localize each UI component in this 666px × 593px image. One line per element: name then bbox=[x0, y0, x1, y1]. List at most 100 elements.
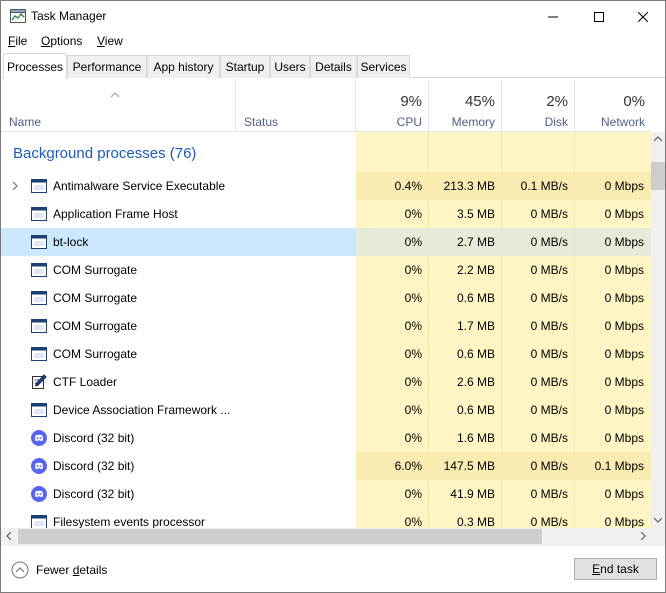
group-header: Background processes (76) bbox=[13, 145, 197, 162]
network-percent: 0% bbox=[623, 93, 645, 110]
horizontal-scrollbar[interactable] bbox=[1, 528, 651, 545]
column-status[interactable]: Status bbox=[236, 79, 356, 132]
column-network[interactable]: 0% Network bbox=[575, 79, 651, 132]
process-network: 0 Mbps bbox=[604, 263, 644, 277]
process-network: 0 Mbps bbox=[604, 207, 644, 221]
task-manager-window: Task Manager File Options View Processes… bbox=[0, 0, 666, 593]
scroll-left-icon[interactable] bbox=[6, 532, 12, 540]
process-name: bt-lock bbox=[53, 235, 89, 249]
window-icon bbox=[31, 263, 47, 277]
title-bar: Task Manager bbox=[1, 1, 665, 32]
table-row[interactable]: Device Association Framework ... 0% 0.6 MB… bbox=[1, 396, 651, 424]
table-row[interactable]: Filesystem events processor 0% 0.3 MB 0 MB/… bbox=[1, 508, 651, 528]
tab-services[interactable]: Services bbox=[357, 55, 410, 78]
table-row[interactable]: CTF Loader 0% 2.6 MB 0 MB/s 0 Mbps bbox=[1, 368, 651, 396]
chevron-up-circle-icon[interactable] bbox=[11, 561, 29, 579]
horizontal-scroll-thumb[interactable] bbox=[18, 529, 542, 544]
process-cpu: 0% bbox=[404, 207, 422, 221]
sort-up-icon bbox=[110, 92, 120, 98]
menu-options[interactable]: Options bbox=[41, 34, 82, 48]
table-row[interactable]: Discord (32 bit) 0% 41.9 MB 0 MB/s 0 Mbps bbox=[1, 480, 651, 508]
chevron-right-icon[interactable] bbox=[11, 180, 19, 192]
process-name: Discord (32 bit) bbox=[53, 487, 135, 501]
fewer-details-button[interactable]: Fewer details bbox=[36, 563, 107, 577]
process-memory: 1.7 MB bbox=[456, 319, 495, 333]
end-task-button[interactable]: End task bbox=[574, 558, 657, 580]
tab-strip: Processes Performance App history Startu… bbox=[1, 53, 665, 79]
window-icon bbox=[31, 235, 47, 249]
menu-view[interactable]: View bbox=[97, 34, 123, 48]
process-cpu: 0% bbox=[404, 403, 422, 417]
maximize-button[interactable] bbox=[576, 1, 622, 32]
memory-percent: 45% bbox=[464, 93, 495, 110]
tab-app-history[interactable]: App history bbox=[147, 55, 220, 78]
column-header: Name Status 9% CPU 45% Memory 2% Disk 0%… bbox=[1, 79, 651, 132]
table-row[interactable]: Antimalware Service Executable 0.4% 213.3 … bbox=[1, 172, 651, 200]
window-title: Task Manager bbox=[31, 9, 107, 23]
process-name: COM Surrogate bbox=[53, 319, 138, 333]
process-memory: 213.3 MB bbox=[443, 179, 495, 193]
column-name[interactable]: Name bbox=[1, 79, 236, 132]
process-memory: 0.6 MB bbox=[456, 403, 495, 417]
menu-bar: File Options View bbox=[1, 32, 665, 52]
minimize-icon bbox=[548, 16, 558, 17]
close-button[interactable] bbox=[620, 1, 665, 32]
table-row[interactable]: bt-lock 0% 2.7 MB 0 MB/s 0 Mbps bbox=[1, 228, 651, 256]
process-cpu: 6.0% bbox=[394, 459, 422, 473]
table-row[interactable]: COM Surrogate 0% 0.6 MB 0 MB/s 0 Mbps bbox=[1, 340, 651, 368]
vertical-scrollbar[interactable] bbox=[651, 132, 665, 528]
discord-icon bbox=[31, 458, 47, 474]
table-row[interactable]: COM Surrogate 0% 2.2 MB 0 MB/s 0 Mbps bbox=[1, 256, 651, 284]
menu-file[interactable]: File bbox=[8, 34, 27, 48]
process-network: 0 Mbps bbox=[604, 403, 644, 417]
tab-performance[interactable]: Performance bbox=[67, 55, 147, 78]
column-status-label: Status bbox=[244, 115, 279, 129]
process-disk: 0 MB/s bbox=[530, 291, 568, 305]
process-name: Discord (32 bit) bbox=[53, 459, 135, 473]
process-cpu: 0% bbox=[404, 431, 422, 445]
process-network: 0 Mbps bbox=[604, 235, 644, 249]
close-icon bbox=[638, 11, 648, 22]
scroll-right-icon[interactable] bbox=[640, 532, 646, 540]
process-name: Device Association Framework ... bbox=[53, 403, 231, 417]
process-name: COM Surrogate bbox=[53, 291, 138, 305]
tab-users[interactable]: Users bbox=[270, 55, 310, 78]
window-icon bbox=[31, 207, 47, 221]
process-network: 0 Mbps bbox=[604, 319, 644, 333]
tab-processes[interactable]: Processes bbox=[3, 53, 67, 79]
column-cpu[interactable]: 9% CPU bbox=[356, 79, 429, 132]
minimize-button[interactable] bbox=[530, 1, 576, 32]
table-row[interactable]: Discord (32 bit) 6.0% 147.5 MB 0 MB/s 0.1 Mb… bbox=[1, 452, 651, 480]
process-name: COM Surrogate bbox=[53, 347, 138, 361]
process-memory: 147.5 MB bbox=[443, 459, 495, 473]
window-icon bbox=[31, 515, 47, 528]
column-disk-label: Disk bbox=[544, 115, 568, 129]
tab-details[interactable]: Details bbox=[310, 55, 357, 78]
process-name: Discord (32 bit) bbox=[53, 431, 135, 445]
process-cpu: 0% bbox=[404, 319, 422, 333]
process-disk: 0 MB/s bbox=[530, 263, 568, 277]
column-memory-label: Memory bbox=[451, 115, 495, 129]
process-name: CTF Loader bbox=[53, 375, 118, 389]
table-row[interactable]: Application Frame Host 0% 3.5 MB 0 MB/s 0 Mb… bbox=[1, 200, 651, 228]
process-memory: 3.5 MB bbox=[456, 207, 495, 221]
scroll-up-icon[interactable] bbox=[654, 136, 662, 142]
window-icon bbox=[31, 319, 47, 333]
table-row[interactable]: COM Surrogate 0% 1.7 MB 0 MB/s 0 Mbps bbox=[1, 312, 651, 340]
process-cpu: 0% bbox=[404, 347, 422, 361]
process-network: 0 Mbps bbox=[604, 431, 644, 445]
process-network: 0 Mbps bbox=[604, 515, 644, 528]
disk-percent: 2% bbox=[546, 93, 568, 110]
scroll-down-icon[interactable] bbox=[654, 517, 662, 523]
process-memory: 41.9 MB bbox=[450, 487, 495, 501]
process-network: 0 Mbps bbox=[604, 375, 644, 389]
vertical-scroll-thumb[interactable] bbox=[651, 162, 665, 190]
column-memory[interactable]: 45% Memory bbox=[429, 79, 502, 132]
tab-startup[interactable]: Startup bbox=[220, 55, 270, 78]
process-cpu: 0% bbox=[404, 263, 422, 277]
column-name-label: Name bbox=[9, 115, 42, 129]
process-cpu: 0% bbox=[404, 375, 422, 389]
column-disk[interactable]: 2% Disk bbox=[502, 79, 575, 132]
table-row[interactable]: COM Surrogate 0% 0.6 MB 0 MB/s 0 Mbps bbox=[1, 284, 651, 312]
table-row[interactable]: Discord (32 bit) 0% 1.6 MB 0 MB/s 0 Mbps bbox=[1, 424, 651, 452]
